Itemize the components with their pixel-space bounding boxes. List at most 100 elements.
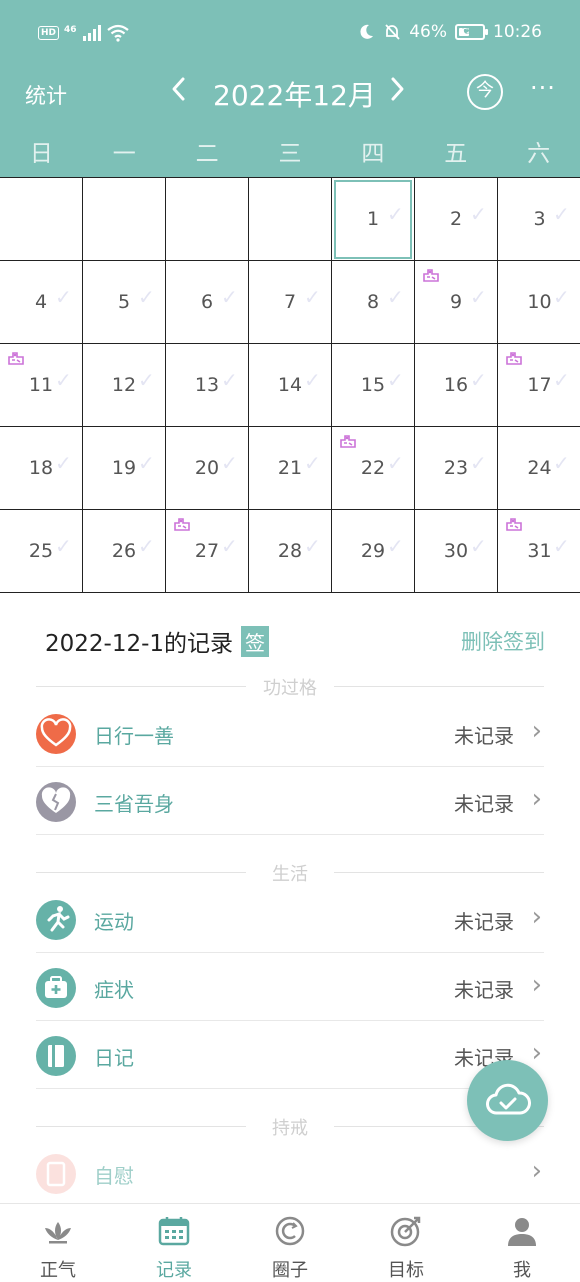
calendar-day-cell[interactable]: 25 ✓ — [0, 510, 83, 593]
nav-item-lotus[interactable]: 正气 — [0, 1204, 116, 1282]
check-icon: ✓ — [304, 285, 321, 309]
calendar-day-cell[interactable]: 27 ✓ — [166, 510, 249, 593]
section-title: 生活 — [272, 864, 308, 885]
cup-badge — [36, 1154, 76, 1194]
nav-item-calendar[interactable]: 记录 — [116, 1204, 232, 1282]
calendar-day-cell[interactable]: 8 ✓ — [332, 261, 415, 344]
check-icon: ✓ — [221, 368, 238, 392]
activity-marker-icon — [506, 516, 522, 531]
stats-button[interactable]: 统计 — [25, 80, 67, 110]
calendar-day-cell[interactable]: 2 ✓ — [415, 178, 498, 261]
calendar-day-cell[interactable]: 24 ✓ — [498, 427, 580, 510]
calendar-grid: 1 ✓ 2 ✓ 3 ✓ 4 ✓ 5 ✓ 6 ✓ 7 ✓ 8 ✓ 9 ✓ 10 ✓ 11 ✓ 12 ✓ 13 ✓ 14 ✓ 15 ✓ 16 ✓ 1… — [0, 177, 580, 593]
activity-marker-icon — [506, 350, 522, 365]
calendar-day-cell[interactable]: 21 ✓ — [249, 427, 332, 510]
calendar-day-cell[interactable]: 19 ✓ — [83, 427, 166, 510]
prev-month-button[interactable] — [170, 76, 186, 109]
nav-item-circle[interactable]: 圈子 — [232, 1204, 348, 1282]
bed-icon — [174, 518, 190, 531]
calendar-day-cell[interactable]: 16 ✓ — [415, 344, 498, 427]
record-label: 运动 — [94, 910, 134, 934]
calendar-day-cell[interactable]: 4 ✓ — [0, 261, 83, 344]
calendar-day-cell[interactable]: 6 ✓ — [166, 261, 249, 344]
record-item[interactable]: 运动 未记录 › — [36, 886, 544, 953]
section-title: 功过格 — [263, 678, 317, 699]
cloud-sync-button[interactable] — [467, 1060, 548, 1141]
nav-item-person[interactable]: 我 — [464, 1204, 580, 1282]
clock: 10:26 — [493, 22, 542, 42]
hd-badge: HD — [38, 26, 60, 40]
nav-item-target[interactable]: 目标 — [348, 1204, 464, 1282]
calendar-day-cell[interactable]: 28 ✓ — [249, 510, 332, 593]
weekday-label: 四 — [361, 141, 385, 167]
record-label: 日行一善 — [94, 724, 174, 748]
calendar-day-cell[interactable]: 7 ✓ — [249, 261, 332, 344]
lotus-icon — [45, 1222, 71, 1244]
lotus-icon-wrap — [41, 1214, 75, 1248]
record-label: 自慰 — [94, 1164, 134, 1188]
calendar-day-cell[interactable]: 13 ✓ — [166, 344, 249, 427]
record-value: 未记录 — [454, 792, 514, 816]
check-icon: ✓ — [304, 368, 321, 392]
calendar-empty-cell — [0, 178, 83, 261]
next-month-button[interactable] — [390, 76, 406, 109]
calendar-day-cell[interactable]: 26 ✓ — [83, 510, 166, 593]
today-button[interactable]: 今 — [467, 74, 503, 110]
nav-label: 目标 — [388, 1260, 424, 1281]
chevron-right-icon: › — [531, 1156, 542, 1186]
month-title: 2022年12月 — [213, 79, 376, 112]
calendar-day-cell[interactable]: 23 ✓ — [415, 427, 498, 510]
calendar-day-cell[interactable]: 15 ✓ — [332, 344, 415, 427]
leaf-icon: ❦ — [462, 24, 472, 37]
calendar-week-row: 1 ✓ 2 ✓ 3 ✓ — [0, 178, 580, 261]
calendar-day-cell[interactable]: 31 ✓ — [498, 510, 580, 593]
nav-label: 正气 — [40, 1260, 76, 1281]
bed-icon — [340, 435, 356, 448]
check-icon: ✓ — [221, 285, 238, 309]
target-icon-wrap — [389, 1214, 423, 1248]
calendar-day-cell[interactable]: 1 ✓ — [332, 178, 415, 261]
calendar-day-cell[interactable]: 9 ✓ — [415, 261, 498, 344]
calendar-day-cell[interactable]: 17 ✓ — [498, 344, 580, 427]
calendar-day-cell[interactable]: 22 ✓ — [332, 427, 415, 510]
record-item[interactable]: 自慰 › — [36, 1140, 544, 1207]
calendar-empty-cell — [83, 178, 166, 261]
calendar-day-cell[interactable]: 3 ✓ — [498, 178, 580, 261]
calendar-empty-cell — [166, 178, 249, 261]
delete-sign-in-button[interactable]: 删除签到 — [461, 626, 545, 656]
weekday-label: 五 — [444, 141, 468, 167]
check-icon: ✓ — [221, 534, 238, 558]
check-icon: ✓ — [470, 534, 487, 558]
cloud-sync-icon — [485, 1083, 531, 1114]
record-item[interactable]: 日行一善 未记录 › — [36, 700, 544, 767]
calendar-day-cell[interactable]: 14 ✓ — [249, 344, 332, 427]
calendar-day-cell[interactable]: 11 ✓ — [0, 344, 83, 427]
more-button[interactable]: ··· — [530, 74, 556, 102]
calendar-day-cell[interactable]: 10 ✓ — [498, 261, 580, 344]
signal-icon — [82, 25, 101, 41]
records-header: 2022-12-1的记录 签 — [45, 624, 270, 658]
record-item[interactable]: 三省吾身 未记录 › — [36, 768, 544, 835]
weekday-label: 二 — [195, 141, 219, 167]
check-icon: ✓ — [470, 202, 487, 226]
record-item[interactable]: 症状 未记录 › — [36, 954, 544, 1021]
calendar-day-cell[interactable]: 5 ✓ — [83, 261, 166, 344]
bottom-nav: 正气 记录 圈子 目标 我 — [0, 1203, 580, 1282]
heart-icon — [40, 718, 72, 747]
calendar-day-cell[interactable]: 18 ✓ — [0, 427, 83, 510]
check-icon: ✓ — [387, 368, 404, 392]
record-item[interactable]: 日记 未记录 › — [36, 1022, 544, 1089]
running-badge — [36, 900, 76, 940]
check-icon: ✓ — [138, 534, 155, 558]
calendar-day-cell[interactable]: 30 ✓ — [415, 510, 498, 593]
app-root: HD 46 46% ❦ 10:26 统计 2022年12月 今 ··· 日 一 … — [0, 0, 580, 1282]
calendar-day-cell[interactable]: 12 ✓ — [83, 344, 166, 427]
circle-icon — [275, 1216, 305, 1246]
diary-icon — [48, 1045, 64, 1067]
calendar-day-cell[interactable]: 29 ✓ — [332, 510, 415, 593]
record-label: 日记 — [94, 1046, 134, 1070]
records-title: 2022-12-1的记录 — [45, 631, 234, 657]
weekday-label: 三 — [278, 141, 302, 167]
calendar-day-cell[interactable]: 20 ✓ — [166, 427, 249, 510]
calendar-icon-wrap — [157, 1214, 191, 1248]
